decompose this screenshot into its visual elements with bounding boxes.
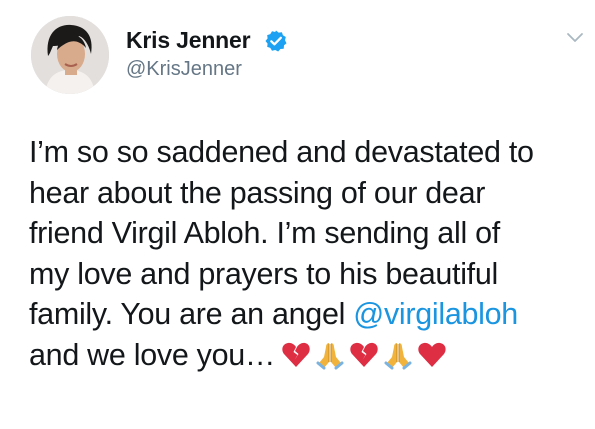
tweet-text: I’m so so saddened and devastated to hea… — [29, 132, 589, 375]
folded-hands-icon — [383, 340, 413, 370]
verified-badge-icon — [265, 30, 287, 52]
tweet-card: Kris Jenner @KrisJenner I’m so so sadden… — [0, 0, 595, 429]
tweet-line-text: and we love you… — [29, 337, 276, 372]
red-heart-icon — [417, 340, 447, 370]
tweet-line: my love and prayers to his beautiful — [29, 256, 498, 291]
tweet-line-text: family. You are an angel — [29, 297, 354, 331]
chevron-down-icon[interactable] — [566, 32, 584, 44]
broken-heart-icon — [281, 340, 311, 370]
author-handle[interactable]: @KrisJenner — [126, 58, 242, 81]
mention-link[interactable]: @virgilabloh — [353, 297, 518, 331]
folded-hands-icon — [315, 340, 345, 370]
tweet-line: family. You are an angel @virgilabloh — [29, 294, 589, 335]
tweet-line: I’m so so saddened and devastated to — [29, 135, 534, 169]
broken-heart-icon — [349, 340, 379, 370]
avatar[interactable] — [31, 16, 109, 94]
profile-photo — [31, 16, 109, 94]
emoji-row — [281, 340, 451, 381]
tweet-line: hear about the passing of our dear — [29, 175, 486, 210]
author-name[interactable]: Kris Jenner — [126, 27, 251, 54]
tweet-line: friend Virgil Abloh. I’m sending all of — [29, 216, 500, 250]
tweet-line: and we love you… — [29, 335, 589, 376]
